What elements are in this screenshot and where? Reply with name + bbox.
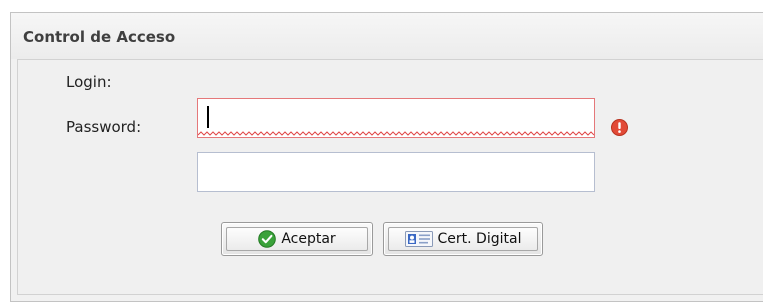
id-card-icon: [404, 231, 433, 247]
panel-header: Control de Acceso: [11, 13, 763, 59]
password-field[interactable]: [197, 152, 595, 192]
aceptar-label: Aceptar: [281, 231, 336, 247]
cert-digital-button[interactable]: Cert. Digital: [383, 222, 543, 256]
check-circle-icon: [258, 230, 277, 248]
validation-squiggle: [198, 131, 594, 136]
password-label: Password:: [66, 118, 142, 136]
aceptar-button[interactable]: Aceptar: [221, 222, 373, 256]
text-caret: [207, 106, 209, 128]
password-input[interactable]: [198, 153, 594, 191]
login-field[interactable]: [197, 98, 595, 138]
error-icon: [611, 119, 628, 136]
login-label: Login:: [66, 73, 112, 91]
cert-digital-button-face: Cert. Digital: [388, 227, 538, 251]
panel-title: Control de Acceso: [23, 28, 176, 46]
cert-digital-label: Cert. Digital: [437, 231, 522, 247]
aceptar-button-face: Aceptar: [226, 227, 368, 251]
